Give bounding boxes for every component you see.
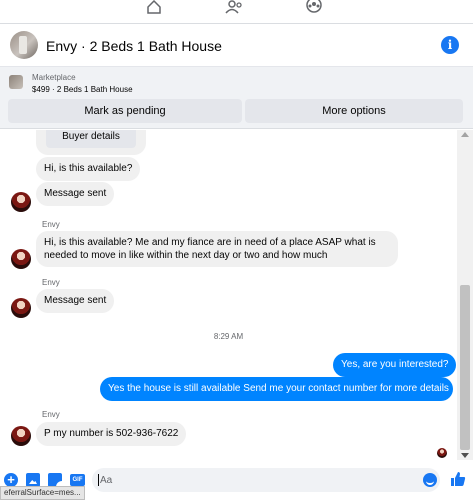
sender-name: Envy: [42, 410, 60, 419]
info-icon[interactable]: i: [441, 36, 459, 54]
conversation-title[interactable]: Envy · 2 Beds 1 Bath House: [46, 38, 222, 54]
message-bubble: P my number is 502-936-7622: [36, 422, 187, 446]
scroll-down-arrow-icon[interactable]: [461, 453, 469, 458]
listing-summary[interactable]: $499 · 2 Beds 1 Bath House: [32, 85, 133, 94]
sender-avatar[interactable]: [11, 249, 31, 269]
sticker-icon[interactable]: [48, 473, 62, 487]
message-bubble: Hi, is this available? Me and my fiance …: [36, 231, 398, 267]
message-bubble-outgoing: Yes the house is still available Send me…: [100, 377, 453, 401]
plus-icon[interactable]: +: [4, 473, 18, 487]
marketplace-label: Marketplace: [32, 73, 76, 82]
listing-avatar[interactable]: [10, 31, 38, 59]
conversation-header: Envy · 2 Beds 1 Bath House i: [0, 25, 473, 67]
top-nav: [0, 0, 473, 24]
scrollbar-thumb[interactable]: [460, 285, 470, 450]
thumbs-up-icon[interactable]: [450, 471, 466, 487]
marketplace-panel: Marketplace $499 · 2 Beds 1 Bath House M…: [0, 67, 473, 129]
message-input[interactable]: [92, 468, 440, 492]
listing-thumbnail[interactable]: [9, 75, 23, 89]
message-list: Buyer details Hi, is this available? Mes…: [0, 130, 457, 460]
photo-icon[interactable]: [26, 473, 40, 487]
groups-icon[interactable]: [305, 0, 323, 14]
sender-name: Envy: [42, 278, 60, 287]
seen-indicator-avatar: [437, 448, 447, 458]
scroll-up-arrow-icon[interactable]: [461, 132, 469, 137]
buyer-details-card: Buyer details: [36, 130, 146, 155]
more-options-button[interactable]: More options: [245, 99, 463, 123]
mark-as-pending-button[interactable]: Mark as pending: [8, 99, 242, 123]
text-caret: [98, 474, 99, 486]
message-bubble: Message sent: [36, 289, 115, 313]
message-bubble: Hi, is this available?: [36, 157, 141, 181]
message-bubble: Message sent: [36, 182, 115, 206]
status-bar-url: eferralSurface=mes...: [0, 486, 85, 500]
friends-icon[interactable]: [225, 0, 243, 14]
messenger-window: Envy · 2 Beds 1 Bath House i Marketplace…: [0, 0, 473, 500]
sender-name: Envy: [42, 220, 60, 229]
sender-avatar[interactable]: [11, 426, 31, 446]
scrollbar[interactable]: [457, 130, 473, 460]
home-icon[interactable]: [145, 0, 163, 14]
emoji-icon[interactable]: [423, 473, 437, 487]
sender-avatar[interactable]: [11, 192, 31, 212]
gif-icon[interactable]: GIF: [70, 474, 85, 486]
message-bubble-outgoing: Yes, are you interested?: [333, 353, 457, 377]
sender-avatar[interactable]: [11, 298, 31, 318]
timestamp: 8:29 AM: [213, 332, 244, 341]
buyer-details-button[interactable]: Buyer details: [46, 130, 136, 148]
